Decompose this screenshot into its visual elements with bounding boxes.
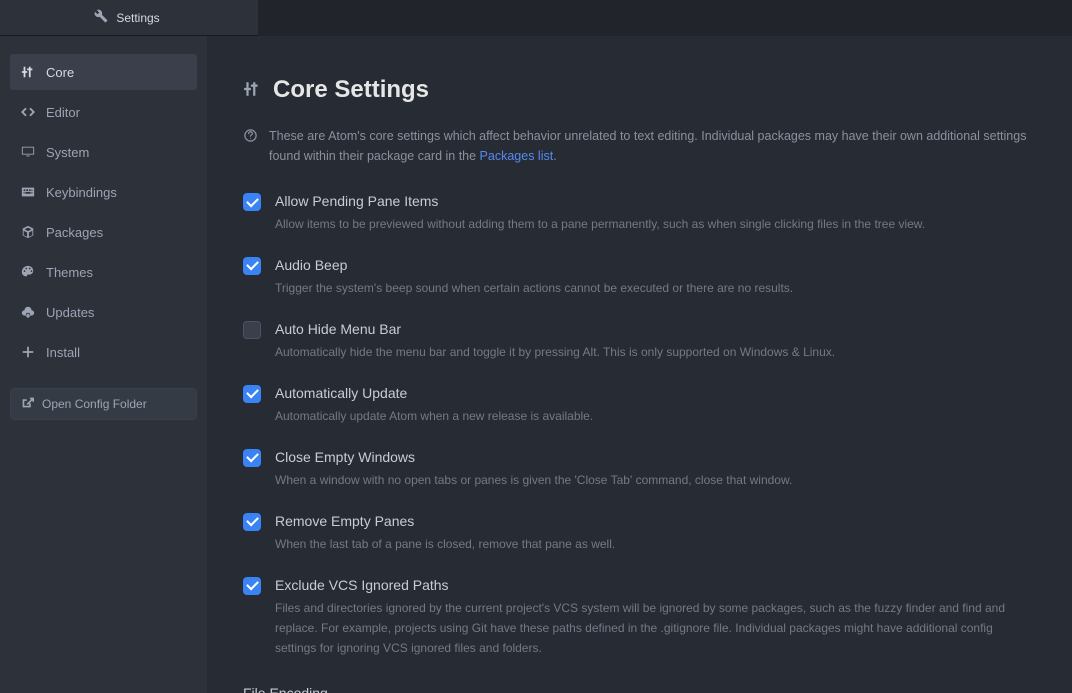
setting-label[interactable]: Allow Pending Pane Items <box>275 192 1036 212</box>
setting-row: Exclude VCS Ignored PathsFiles and direc… <box>243 576 1036 659</box>
keyboard-icon <box>20 184 36 200</box>
question-icon <box>243 128 259 144</box>
sidebar-item-themes[interactable]: Themes <box>10 254 197 290</box>
setting-label[interactable]: Remove Empty Panes <box>275 512 1036 532</box>
sidebar-item-editor[interactable]: Editor <box>10 94 197 130</box>
settings-content: Core Settings These are Atom's core sett… <box>207 36 1072 693</box>
setting-row: Remove Empty PanesWhen the last tab of a… <box>243 512 1036 554</box>
setting-desc: When a window with no open tabs or panes… <box>275 470 1036 490</box>
setting-label[interactable]: Audio Beep <box>275 256 1036 276</box>
setting-label[interactable]: Automatically Update <box>275 384 1036 404</box>
page-title: Core Settings <box>273 76 429 104</box>
open-config-label: Open Config Folder <box>42 397 147 411</box>
sidebar-item-label: Packages <box>46 225 103 240</box>
sidebar-item-system[interactable]: System <box>10 134 197 170</box>
setting-desc: Automatically update Atom when a new rel… <box>275 406 1036 426</box>
plus-icon <box>20 344 36 360</box>
setting-label[interactable]: Auto Hide Menu Bar <box>275 320 1036 340</box>
tools-icon <box>94 9 108 26</box>
sliders-icon <box>243 80 261 101</box>
sidebar-item-label: Themes <box>46 265 93 280</box>
open-config-folder-button[interactable]: Open Config Folder <box>10 388 197 420</box>
sidebar-item-label: Updates <box>46 305 94 320</box>
monitor-icon <box>20 144 36 160</box>
info-note: These are Atom's core settings which aff… <box>243 126 1036 166</box>
tab-bar: Settings <box>0 0 1072 36</box>
checkbox[interactable] <box>243 577 261 595</box>
sidebar-item-label: System <box>46 145 89 160</box>
external-link-icon <box>21 396 34 412</box>
sidebar-item-label: Editor <box>46 105 80 120</box>
tab-label: Settings <box>116 11 159 25</box>
checkbox[interactable] <box>243 385 261 403</box>
info-text-prefix: These are Atom's core settings which aff… <box>269 129 1026 163</box>
code-icon <box>20 104 36 120</box>
setting-label[interactable]: Exclude VCS Ignored Paths <box>275 576 1036 596</box>
cloud-download-icon <box>20 304 36 320</box>
checkbox[interactable] <box>243 513 261 531</box>
checkbox[interactable] <box>243 321 261 339</box>
sidebar-item-install[interactable]: Install <box>10 334 197 370</box>
sidebar-item-label: Keybindings <box>46 185 117 200</box>
setting-row: Auto Hide Menu BarAutomatically hide the… <box>243 320 1036 362</box>
tab-settings[interactable]: Settings <box>0 0 258 36</box>
setting-desc: When the last tab of a pane is closed, r… <box>275 534 1036 554</box>
sidebar-item-core[interactable]: Core <box>10 54 197 90</box>
sidebar-item-updates[interactable]: Updates <box>10 294 197 330</box>
info-text-suffix: . <box>553 149 556 163</box>
sidebar-item-label: Install <box>46 345 80 360</box>
package-icon <box>20 224 36 240</box>
setting-label[interactable]: Close Empty Windows <box>275 448 1036 468</box>
setting-desc: Files and directories ignored by the cur… <box>275 598 1036 659</box>
setting-row: Allow Pending Pane ItemsAllow items to b… <box>243 192 1036 234</box>
settings-sidebar: Core Editor System Keybindings Packages <box>0 36 207 693</box>
setting-desc: Allow items to be previewed without addi… <box>275 214 1036 234</box>
sidebar-item-keybindings[interactable]: Keybindings <box>10 174 197 210</box>
setting-desc: Automatically hide the menu bar and togg… <box>275 342 1036 362</box>
checkbox[interactable] <box>243 193 261 211</box>
packages-list-link[interactable]: Packages list <box>480 149 554 163</box>
setting-desc: Trigger the system's beep sound when cer… <box>275 278 1036 298</box>
sidebar-item-label: Core <box>46 65 74 80</box>
sliders-icon <box>20 64 36 80</box>
checkbox[interactable] <box>243 449 261 467</box>
file-encoding-label: File Encoding <box>243 685 1036 693</box>
paint-icon <box>20 264 36 280</box>
setting-row: Close Empty WindowsWhen a window with no… <box>243 448 1036 490</box>
setting-row: Audio BeepTrigger the system's beep soun… <box>243 256 1036 298</box>
sidebar-item-packages[interactable]: Packages <box>10 214 197 250</box>
setting-row: Automatically UpdateAutomatically update… <box>243 384 1036 426</box>
checkbox[interactable] <box>243 257 261 275</box>
